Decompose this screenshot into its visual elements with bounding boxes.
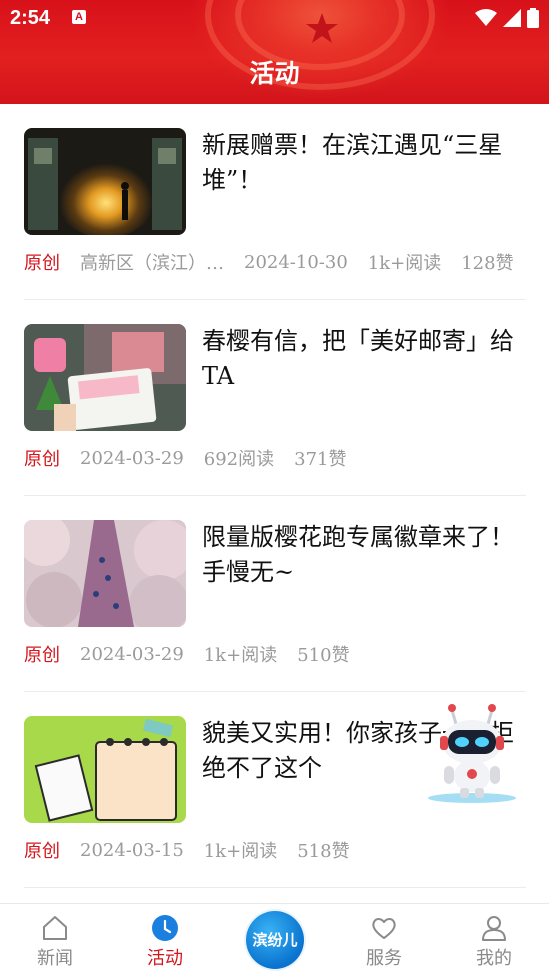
article-reads: 1k+阅读 <box>203 841 278 862</box>
article-likes: 518赞 <box>297 841 350 862</box>
status-app-icon: A <box>72 10 86 24</box>
article-thumbnail <box>24 128 186 235</box>
article-likes: 510赞 <box>297 645 350 666</box>
article-thumbnail <box>24 716 186 823</box>
original-badge: 原创 <box>24 449 60 470</box>
tab-news[interactable]: 新闻 <box>0 904 110 976</box>
tab-label: 活动 <box>147 948 183 969</box>
tab-label: 我的 <box>476 948 512 969</box>
tab-mine[interactable]: 我的 <box>439 904 549 976</box>
article-thumbnail <box>24 520 186 627</box>
article-thumbnail <box>24 324 186 431</box>
status-time: 2:54 <box>10 7 51 29</box>
article-meta: 原创 2024-03-29 692阅读 371赞 <box>24 446 526 471</box>
article-date: 2024-03-29 <box>80 447 184 469</box>
article-reads: 692阅读 <box>203 449 275 470</box>
wifi-icon <box>475 9 497 26</box>
article-title[interactable]: 限量版樱花跑专属徽章来了！手慢无~ <box>202 520 526 590</box>
page-title: 活动 <box>249 59 300 88</box>
header: 2:54 A 活动 <box>0 0 549 104</box>
heart-icon <box>372 918 396 939</box>
status-bar: 2:54 A <box>0 0 549 38</box>
user-icon <box>482 916 506 941</box>
article-reads: 1k+阅读 <box>367 253 442 274</box>
article-likes: 128赞 <box>461 253 514 274</box>
original-badge: 原创 <box>24 645 60 666</box>
article-title[interactable]: 春樱有信，把「美好邮寄」给TA <box>202 324 526 394</box>
article-item[interactable]: 新展赠票！在滨江遇见“三星堆”！ 原创 高新区（滨江）… 2024-10-30 … <box>24 104 526 300</box>
article-date: 2024-10-30 <box>244 251 348 273</box>
article-likes: 371赞 <box>294 449 347 470</box>
article-date: 2024-03-15 <box>80 839 184 861</box>
original-badge: 原创 <box>24 841 60 862</box>
tab-service[interactable]: 服务 <box>329 904 439 976</box>
article-date: 2024-03-29 <box>80 643 184 665</box>
original-badge: 原创 <box>24 253 60 274</box>
article-item[interactable]: 限量版樱花跑专属徽章来了！手慢无~ 原创 2024-03-29 1k+阅读 51… <box>24 496 526 692</box>
clock-icon <box>152 915 178 941</box>
tab-activity[interactable]: 活动 <box>110 904 220 976</box>
battery-icon <box>527 8 539 28</box>
article-meta: 原创 2024-03-15 1k+阅读 518赞 <box>24 838 526 863</box>
tab-label: 服务 <box>366 948 402 969</box>
signal-icon <box>503 9 521 27</box>
home-icon <box>43 916 67 940</box>
article-source: 高新区（滨江）… <box>80 253 224 274</box>
article-meta: 原创 2024-03-29 1k+阅读 510赞 <box>24 642 526 667</box>
robot-assistant-icon[interactable] <box>424 700 520 804</box>
center-logo-button[interactable]: 滨纷儿 <box>246 911 304 969</box>
article-title[interactable]: 新展赠票！在滨江遇见“三星堆”！ <box>202 128 526 198</box>
status-icons <box>475 8 539 28</box>
article-item[interactable]: 春樱有信，把「美好邮寄」给TA 原创 2024-03-29 692阅读 371赞 <box>24 300 526 496</box>
article-meta: 原创 高新区（滨江）… 2024-10-30 1k+阅读 128赞 <box>24 250 526 275</box>
article-reads: 1k+阅读 <box>203 645 278 666</box>
tab-label: 新闻 <box>37 948 73 969</box>
